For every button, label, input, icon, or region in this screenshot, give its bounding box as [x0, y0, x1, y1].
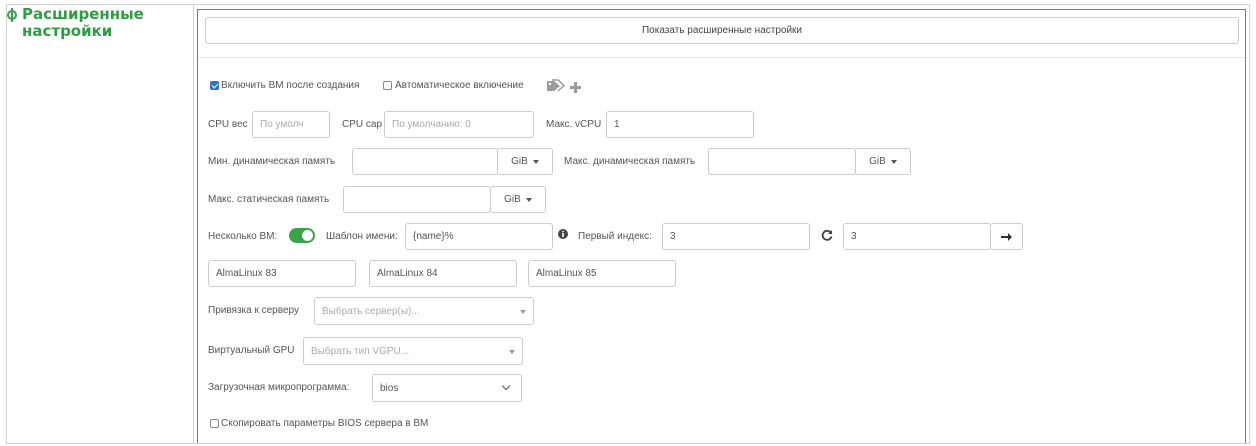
vm-name-input[interactable]: AlmaLinux 84 [369, 260, 517, 287]
power-on-after-create-checkbox[interactable] [210, 81, 219, 90]
auto-power-on-checkbox[interactable] [383, 81, 392, 90]
copy-bios-checkbox[interactable] [210, 419, 219, 428]
show-advanced-settings-button[interactable]: Показать расширенные настройки [205, 17, 1239, 44]
min-dynamic-memory-unit-dropdown[interactable]: GiB [497, 148, 553, 175]
section-header-panel [7, 5, 194, 443]
server-affinity-label: Привязка к серверу [208, 305, 299, 316]
cpu-cap-input[interactable]: По умолчанию: 0 [384, 111, 534, 138]
min-dynamic-memory-input[interactable] [352, 148, 498, 175]
unit-label: GiB [511, 156, 528, 167]
refresh-icon[interactable] [821, 229, 833, 241]
max-static-memory-unit-dropdown[interactable]: GiB [490, 186, 546, 213]
max-static-memory-label: Макс. статическая память [208, 194, 330, 205]
virtual-gpu-select[interactable]: Выбрать тип VGPU... [303, 337, 523, 365]
max-vcpu-label: Макс. vCPU [546, 119, 602, 130]
info-icon[interactable] [558, 229, 568, 239]
virtual-gpu-label: Виртуальный GPU [208, 345, 295, 356]
first-index-input[interactable]: 3 [662, 223, 810, 250]
add-tag-icon[interactable] [570, 82, 581, 93]
max-dynamic-memory-unit-dropdown[interactable]: GiB [855, 148, 911, 175]
tags-icon[interactable] [546, 79, 566, 93]
unit-label: GiB [869, 156, 886, 167]
power-on-after-create-label: Включить ВМ после создания [221, 80, 360, 91]
max-dynamic-memory-label: Макс. динамическая память [564, 156, 696, 167]
caret-down-icon [890, 159, 897, 164]
caret-down-icon [520, 310, 526, 314]
cpu-weight-label: CPU вес [208, 119, 248, 130]
apply-count-button[interactable] [990, 223, 1023, 250]
max-dynamic-memory-input[interactable] [708, 148, 856, 175]
max-static-memory-input[interactable] [343, 186, 491, 213]
unit-label: GiB [504, 194, 521, 205]
min-dynamic-memory-label: Мин. динамическая память [208, 156, 336, 167]
copy-bios-label: Скопировать параметры BIOS сервера в ВМ [221, 418, 429, 429]
vm-count-input[interactable]: 3 [843, 223, 991, 250]
multiple-vms-toggle[interactable] [289, 228, 315, 243]
caret-down-icon [509, 350, 515, 354]
divider [198, 57, 1245, 58]
server-affinity-placeholder: Выбрать сервер(ы)... [322, 305, 420, 317]
multiple-vms-label: Несколько ВМ: [208, 231, 278, 242]
cpu-cap-label: CPU cap [342, 119, 383, 130]
caret-down-icon [525, 197, 532, 202]
name-template-label: Шаблон имени: [326, 231, 398, 242]
first-index-label: Первый индекс: [578, 231, 652, 242]
caret-down-icon [532, 159, 539, 164]
virtual-gpu-placeholder: Выбрать тип VGPU... [311, 345, 410, 357]
auto-power-on-label: Автоматическое включение [395, 80, 524, 91]
arrow-right-icon [1001, 232, 1012, 241]
boot-firmware-label: Загрузочная микропрограмма: [208, 382, 350, 393]
boot-firmware-select[interactable]: bios [372, 374, 522, 402]
server-affinity-select[interactable]: Выбрать сервер(ы)... [314, 297, 534, 325]
cpu-weight-input[interactable]: По умолч [252, 111, 330, 138]
name-template-input[interactable]: {name}% [405, 223, 553, 250]
vm-name-input[interactable]: AlmaLinux 85 [528, 260, 676, 287]
vm-name-input[interactable]: AlmaLinux 83 [208, 260, 356, 287]
max-vcpu-input[interactable]: 1 [606, 111, 754, 138]
section-title: Расширенные настройки [22, 5, 144, 40]
collapse-toggle-icon[interactable] [7, 10, 17, 20]
boot-firmware-value: bios [380, 382, 399, 394]
